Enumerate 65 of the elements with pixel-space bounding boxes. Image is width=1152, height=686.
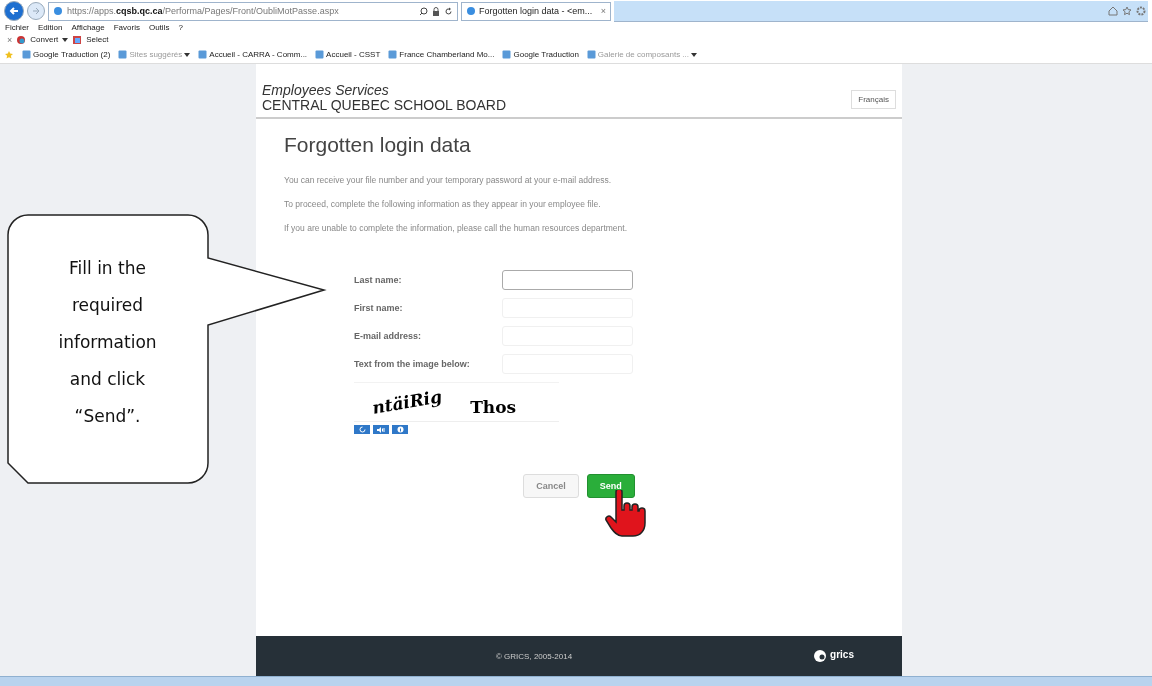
hand-cursor-icon bbox=[604, 490, 646, 538]
audio-captcha-button[interactable] bbox=[373, 425, 389, 434]
back-button[interactable] bbox=[4, 1, 24, 21]
settings-icon[interactable] bbox=[1136, 5, 1146, 16]
menu-item[interactable]: Fichier bbox=[5, 23, 29, 32]
page-icon bbox=[502, 50, 512, 59]
menu-item[interactable]: Affichage bbox=[71, 23, 105, 32]
speaker-icon bbox=[377, 426, 385, 433]
field-label: First name: bbox=[354, 303, 404, 313]
caret-icon[interactable] bbox=[62, 37, 69, 42]
favorite-link[interactable]: Google Traduction (2) bbox=[22, 50, 111, 59]
page-icon bbox=[198, 50, 208, 59]
copyright-text: © GRICS, 2005-2014 bbox=[496, 651, 573, 661]
page-icon bbox=[118, 50, 128, 59]
captcha-image: ntäiRig Thos bbox=[354, 382, 559, 422]
instruction-text: If you are unable to complete the information, please call the human resources department. bbox=[284, 222, 629, 235]
field-label: Text from the image below: bbox=[354, 359, 471, 369]
favorite-link[interactable]: Accueil - CSST bbox=[315, 50, 381, 59]
page-title: Forgotten login data bbox=[284, 133, 472, 157]
logo-text: grics bbox=[830, 649, 854, 660]
favorite-link[interactable]: Accueil - CARRA - Comm... bbox=[198, 50, 308, 59]
menu-item[interactable]: Edition bbox=[38, 23, 63, 32]
globe-icon bbox=[466, 6, 476, 16]
info-icon bbox=[396, 426, 404, 433]
star-icon[interactable] bbox=[1122, 5, 1132, 16]
refresh-captcha-button[interactable] bbox=[354, 425, 370, 434]
menu-item[interactable]: ? bbox=[178, 23, 183, 32]
site-subtitle: Employees Services bbox=[262, 83, 390, 97]
favorite-link[interactable]: France Chamberland Mo... bbox=[388, 50, 495, 59]
help-captcha-button[interactable] bbox=[392, 425, 408, 434]
instruction-text: You can receive your file number and your temporary password at your e-mail address. bbox=[284, 174, 613, 187]
forward-button[interactable] bbox=[27, 2, 45, 20]
refresh-icon bbox=[358, 426, 366, 433]
lock-icon bbox=[432, 6, 440, 16]
back-arrow-icon bbox=[9, 6, 19, 16]
field-label: Last name: bbox=[354, 275, 403, 285]
close-toolbar-button[interactable]: × bbox=[7, 34, 13, 45]
tab-close-button[interactable]: × bbox=[600, 6, 606, 16]
input-field[interactable] bbox=[502, 270, 633, 290]
instruction-text: To proceed, complete the following information as they appear in your employee file. bbox=[284, 198, 602, 211]
language-button[interactable]: Français bbox=[851, 90, 896, 109]
convert-button[interactable]: Convert bbox=[30, 35, 59, 44]
address-bar[interactable]: https://apps.cqsb.qc.ca/Performa/Pages/Front/OubliMotPasse.aspx bbox=[48, 1, 458, 21]
browser-tab[interactable]: Forgotten login data - <em... × bbox=[461, 1, 611, 21]
callout-text: Fill in the required information and click “Send”. bbox=[57, 257, 158, 428]
page-icon bbox=[22, 50, 31, 59]
organization-name: CENTRAL QUEBEC SCHOOL BOARD bbox=[262, 97, 506, 113]
url-text: https://apps.cqsb.qc.ca/Performa/Pages/Front/OubliMotPasse.aspx bbox=[67, 6, 340, 16]
menu-item[interactable]: Favoris bbox=[113, 23, 140, 32]
refresh-icon[interactable] bbox=[444, 6, 453, 16]
home-icon[interactable] bbox=[1108, 5, 1118, 16]
select-icon bbox=[72, 34, 83, 45]
star-icon bbox=[4, 49, 14, 60]
globe-icon bbox=[53, 6, 63, 16]
favorite-link[interactable]: Google Traduction bbox=[502, 50, 579, 59]
select-button[interactable]: Select bbox=[86, 35, 109, 44]
page-icon bbox=[315, 50, 325, 59]
page-icon bbox=[388, 50, 398, 59]
field-label: E-mail address: bbox=[354, 331, 423, 341]
page-icon bbox=[586, 50, 596, 59]
menu-item[interactable]: Outils bbox=[148, 23, 170, 32]
convert-icon bbox=[16, 34, 27, 45]
forward-arrow-icon bbox=[32, 7, 40, 15]
logo-icon bbox=[813, 649, 828, 663]
search-icon[interactable] bbox=[419, 6, 428, 16]
